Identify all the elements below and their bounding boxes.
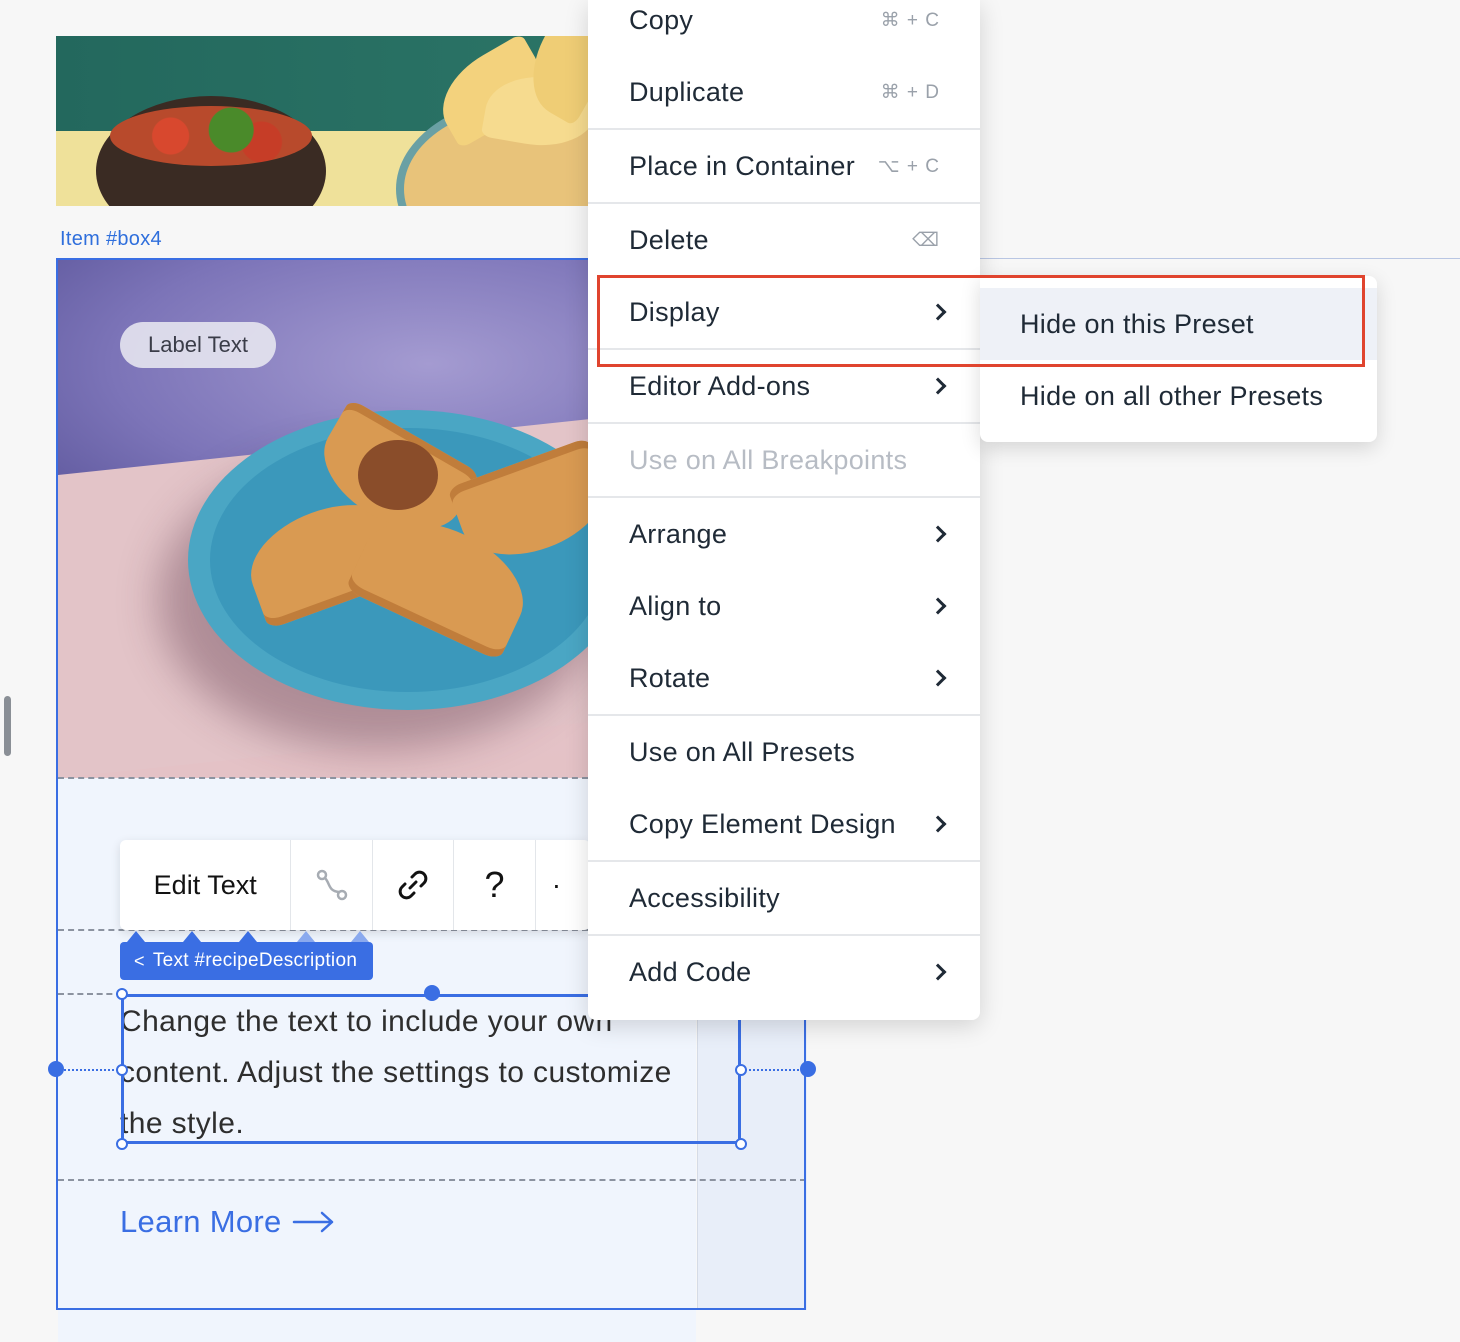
dock-arrow-icon [239, 931, 257, 942]
menu-item-use-on-all-breakpoints: Use on All Breakpoints [629, 444, 908, 475]
menu-item-copy[interactable]: Copy ⌘ + C [588, 0, 980, 56]
arrow-right-icon [292, 1211, 333, 1233]
menu-item-align-to[interactable]: Align to [588, 570, 980, 642]
resize-handle[interactable] [116, 988, 128, 1000]
chevron-right-icon [929, 525, 947, 543]
floating-toolbar: Edit Text ? · [120, 840, 590, 930]
horizontal-guide [980, 258, 1460, 259]
resize-handle[interactable] [735, 1064, 747, 1076]
menu-item-accessibility[interactable]: Accessibility [588, 862, 980, 934]
link-icon[interactable] [373, 840, 455, 930]
menu-item-arrange[interactable]: Arrange [588, 498, 980, 570]
animation-icon[interactable] [291, 840, 373, 930]
resize-handle[interactable] [735, 1138, 747, 1150]
dotted-guide [741, 1069, 807, 1071]
item-label: Item #box4 [60, 228, 162, 250]
chevron-right-icon [929, 963, 947, 981]
context-menu: Copy ⌘ + C Duplicate ⌘ + D Place in Cont… [588, 0, 980, 1020]
dotted-guide [56, 1069, 122, 1071]
dock-arrow-icon [297, 931, 315, 942]
menu-item-add-code[interactable]: Add Code [588, 936, 980, 1008]
learn-more-link[interactable]: Learn More [120, 1204, 336, 1240]
more-icon[interactable]: · [536, 840, 590, 930]
chevron-right-icon [929, 669, 947, 687]
dock-arrow-icon [127, 931, 145, 942]
resize-handle[interactable] [116, 1138, 128, 1150]
menu-item-duplicate[interactable]: Duplicate ⌘ + D [588, 56, 980, 128]
learn-more-label: Learn More [120, 1204, 282, 1239]
help-icon[interactable]: ? [454, 840, 536, 930]
backspace-icon: ⌫ [912, 229, 940, 251]
chevron-right-icon [929, 815, 947, 833]
menu-item-use-on-all-presets[interactable]: Use on All Presets [588, 716, 980, 788]
chevron-right-icon [929, 597, 947, 615]
highlight-annotation [597, 275, 1365, 367]
shortcut-label: ⌘ + C [880, 9, 940, 31]
dock-arrow-icon [183, 931, 201, 942]
menu-item-place-in-container[interactable]: Place in Container ⌥ + C [588, 130, 980, 202]
chevron-right-icon [929, 377, 947, 395]
menu-item-delete[interactable]: Delete ⌫ [588, 204, 980, 276]
text-element-tag-label: Text #recipeDescription [152, 950, 358, 971]
shortcut-label: ⌥ + C [877, 155, 940, 177]
move-handle[interactable] [424, 985, 440, 1001]
submenu-item-hide-on-all-other-presets[interactable]: Hide on all other Presets [980, 360, 1377, 432]
chevron-left-icon: < [134, 950, 145, 971]
margin-handle[interactable] [800, 1061, 816, 1077]
dock-arrow-icon [351, 931, 369, 942]
shortcut-label: ⌘ + D [880, 81, 940, 103]
margin-handle[interactable] [48, 1061, 64, 1077]
canvas-scrollbar[interactable] [4, 696, 11, 756]
menu-item-rotate[interactable]: Rotate [588, 642, 980, 714]
resize-handle[interactable] [116, 1064, 128, 1076]
menu-item-copy-element-design[interactable]: Copy Element Design [588, 788, 980, 860]
text-element-tag[interactable]: < Text #recipeDescription [120, 942, 374, 980]
top-food-image[interactable] [56, 36, 588, 206]
edit-text-button[interactable]: Edit Text [120, 840, 292, 930]
